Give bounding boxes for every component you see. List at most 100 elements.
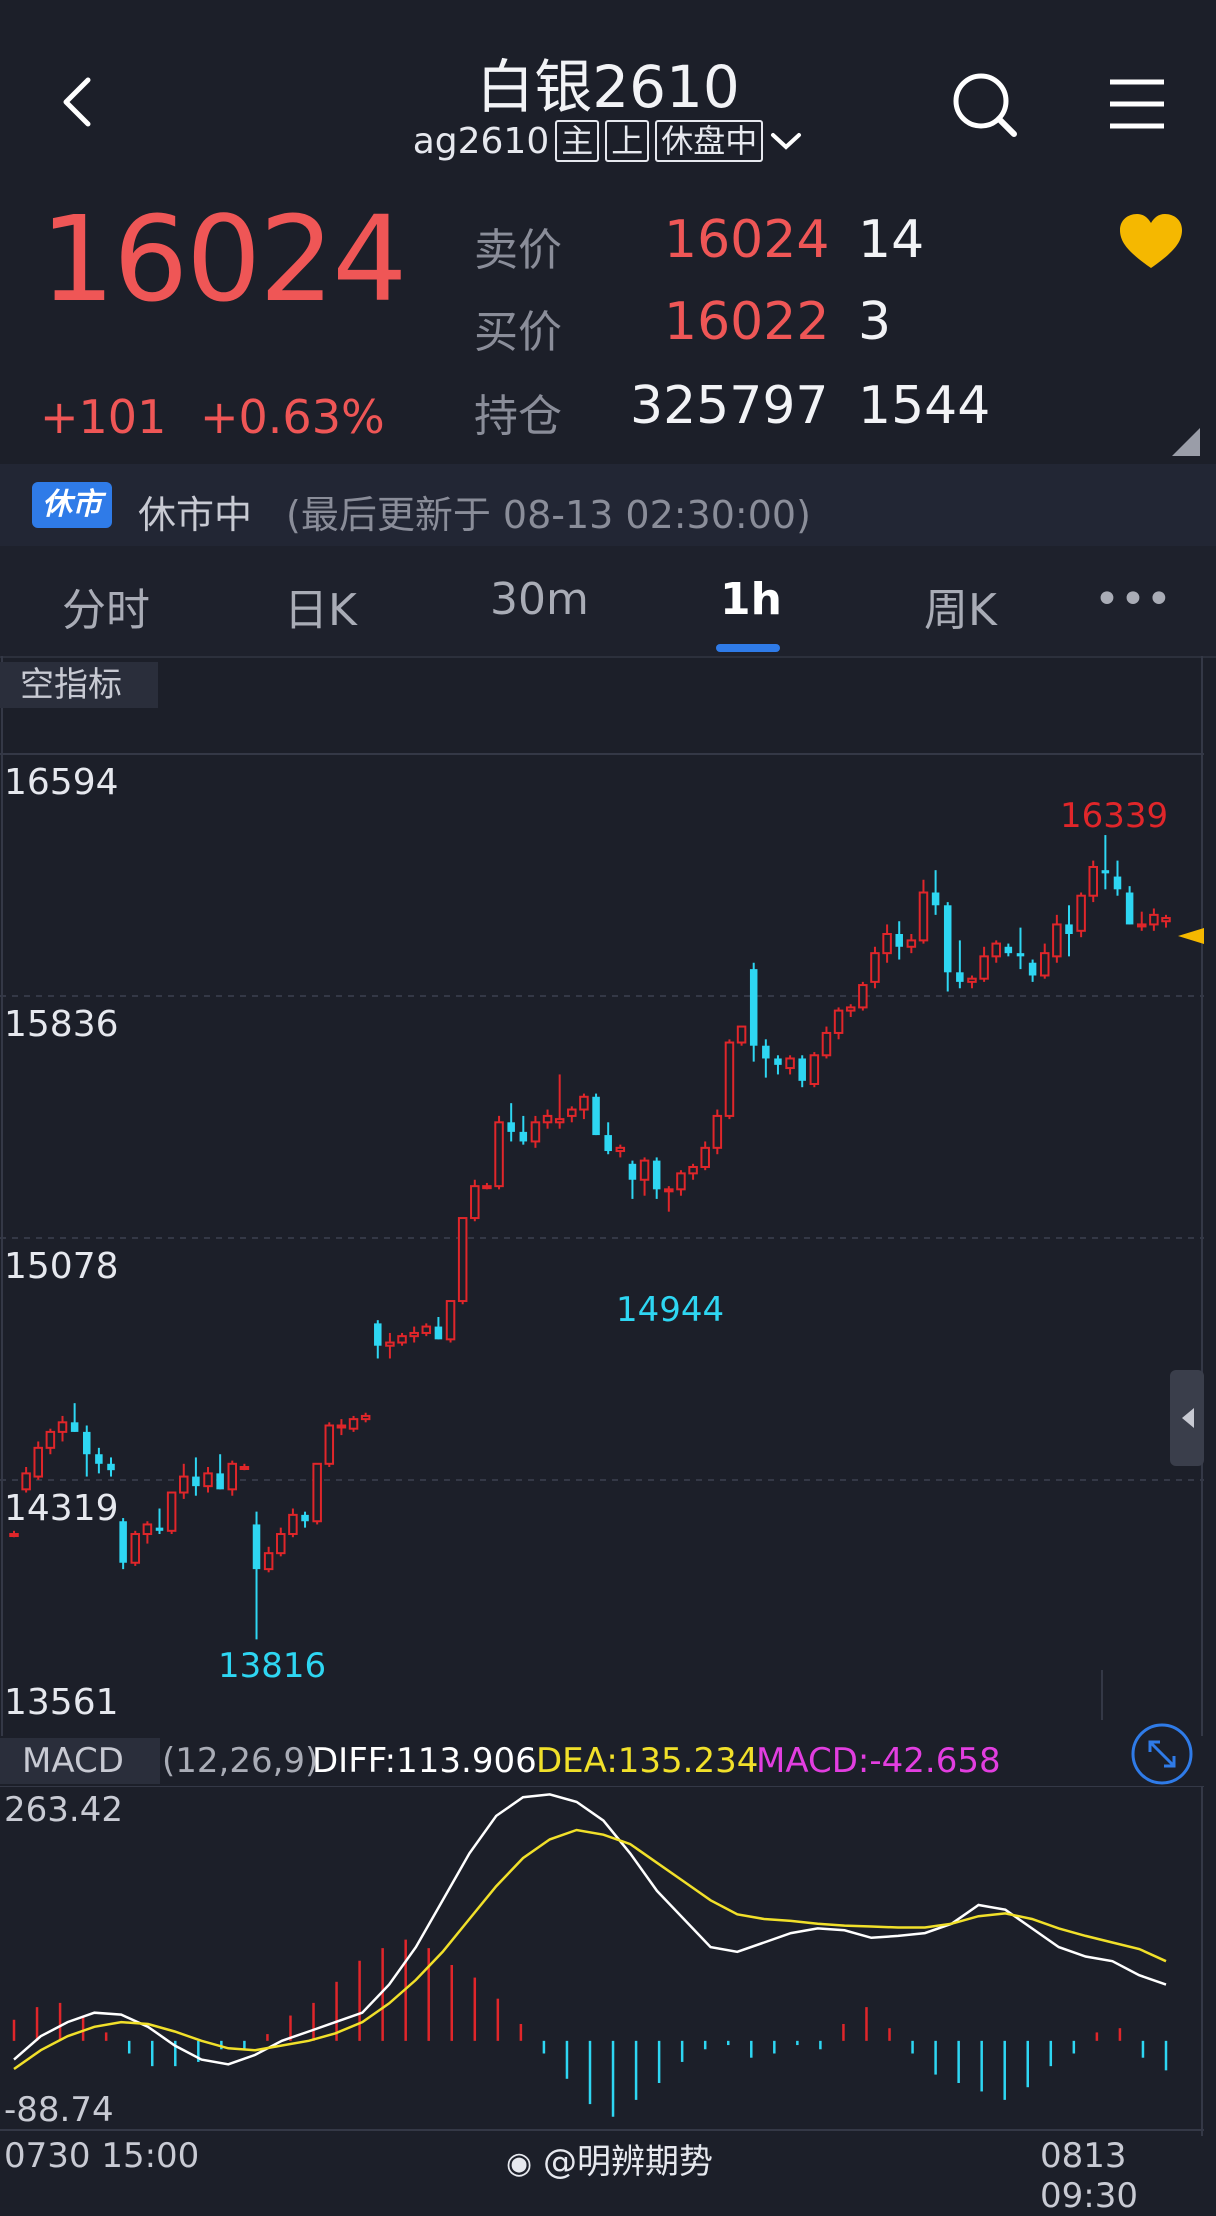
indicator-selector[interactable]: 空指标 — [0, 662, 158, 708]
price-change-percent: +0.63% — [200, 390, 385, 444]
candle-body — [360, 1414, 371, 1421]
candle-body — [421, 1325, 432, 1334]
candle-body — [507, 1122, 515, 1132]
candle-body — [119, 1521, 127, 1563]
candle-body — [470, 1185, 480, 1220]
candle-body — [918, 891, 929, 942]
candle-body — [397, 1335, 407, 1344]
chevron-down-icon[interactable] — [769, 129, 803, 153]
macd-params: (12,26,9) — [162, 1741, 319, 1781]
candle-body — [1065, 924, 1073, 935]
contract-subtitle[interactable]: ag2610 主 上 休盘中 — [0, 120, 1216, 162]
candle-body — [276, 1533, 286, 1555]
candle-body — [107, 1463, 115, 1471]
kline-chart[interactable] — [0, 656, 1216, 1736]
candle-body — [45, 1430, 56, 1449]
candle-body — [1076, 894, 1086, 932]
candle-body — [457, 1217, 468, 1303]
candle-body — [604, 1135, 612, 1152]
candle-body — [155, 1527, 164, 1531]
candle-body — [943, 905, 952, 973]
macd-diff-value: DIFF:113.906 — [312, 1741, 537, 1781]
candle-body — [482, 1185, 492, 1190]
candle-body — [348, 1418, 359, 1430]
y-axis-label: 15836 — [4, 1004, 119, 1045]
candle-body — [1136, 923, 1147, 928]
tab-daily-k[interactable]: 日K — [284, 574, 357, 638]
candle-body — [628, 1163, 637, 1180]
candle-body — [166, 1491, 177, 1532]
candle-body — [301, 1514, 309, 1522]
candle-body — [288, 1513, 298, 1536]
candle-body — [519, 1131, 528, 1142]
candle-body — [931, 892, 940, 906]
candle-body — [1088, 865, 1099, 897]
candle-body — [664, 1188, 674, 1193]
x-axis-end: 0813 09:30 — [1040, 2136, 1138, 2216]
candle-body — [979, 955, 989, 980]
candle-body — [882, 933, 892, 955]
macd-diff-line — [13, 1793, 1167, 2066]
last-price-marker — [1178, 928, 1204, 944]
macd-value: MACD:-42.658 — [756, 1741, 1001, 1781]
tab-weekly-k[interactable]: 周K — [924, 574, 997, 638]
favorite-heart-icon[interactable] — [1118, 212, 1184, 272]
candle-body — [991, 942, 1001, 958]
candle-body — [1039, 952, 1050, 977]
bid-price: 16022 — [664, 292, 830, 352]
candle-body — [1149, 913, 1159, 926]
candle-body — [592, 1096, 600, 1136]
candle-body — [1113, 876, 1122, 890]
candle-body — [639, 1159, 650, 1181]
market-closed-badge: 休市 — [32, 482, 112, 528]
macd-dea-line — [13, 1828, 1167, 2071]
side-collapse-handle[interactable] — [1170, 1370, 1204, 1466]
ask-price: 16024 — [664, 210, 830, 270]
macd-selector[interactable]: MACD — [0, 1738, 160, 1784]
candle-body — [967, 977, 977, 983]
candle-body — [263, 1552, 274, 1571]
last-update-text: (最后更新于 08-13 02:30:00) — [286, 493, 811, 537]
candle-body — [192, 1476, 200, 1487]
candle-body — [374, 1323, 382, 1346]
tab-intraday[interactable]: 分时 — [62, 574, 150, 638]
header-bar: 白银2610 ag2610 主 上 休盘中 — [0, 0, 1216, 200]
candle-body — [785, 1057, 795, 1070]
candle-body — [700, 1146, 710, 1168]
candle-body — [203, 1472, 213, 1488]
candle-body — [736, 1025, 747, 1044]
menu-icon[interactable] — [1108, 76, 1166, 132]
candle-body — [33, 1446, 44, 1478]
open-interest-value: 325797 — [630, 376, 829, 436]
fullscreen-expand-icon[interactable] — [1130, 1722, 1194, 1786]
tab-30m[interactable]: 30m — [490, 574, 589, 625]
candle-body — [895, 934, 903, 947]
candle-body — [809, 1054, 820, 1086]
candle-body — [530, 1121, 541, 1143]
candle-body — [1028, 962, 1037, 976]
tab-1h[interactable]: 1h — [720, 574, 782, 625]
candle-body — [1101, 870, 1110, 874]
candle-body — [615, 1146, 626, 1153]
ask-label: 卖价 — [474, 225, 562, 276]
expand-corner-icon[interactable] — [1172, 428, 1200, 456]
period-tabs — [0, 546, 1216, 658]
candle-body — [774, 1058, 782, 1065]
tab-more[interactable]: ••• — [1094, 574, 1172, 625]
candle-body — [579, 1095, 589, 1111]
candle-body — [567, 1108, 577, 1117]
y-axis-label: 13561 — [4, 1682, 119, 1723]
tag-session: 休盘中 — [655, 120, 764, 162]
candle-body — [179, 1475, 189, 1494]
macd-chart — [0, 1786, 1204, 2136]
candle-body — [870, 952, 880, 983]
candle-body — [676, 1172, 686, 1191]
search-icon[interactable] — [950, 70, 1020, 140]
candle-body — [652, 1160, 661, 1190]
candle-body — [712, 1114, 723, 1149]
y-axis-label: 16594 — [4, 762, 119, 803]
candle-body — [324, 1424, 335, 1465]
candle-body — [434, 1326, 443, 1340]
candle-body — [1016, 953, 1025, 957]
candle-body — [409, 1331, 419, 1338]
